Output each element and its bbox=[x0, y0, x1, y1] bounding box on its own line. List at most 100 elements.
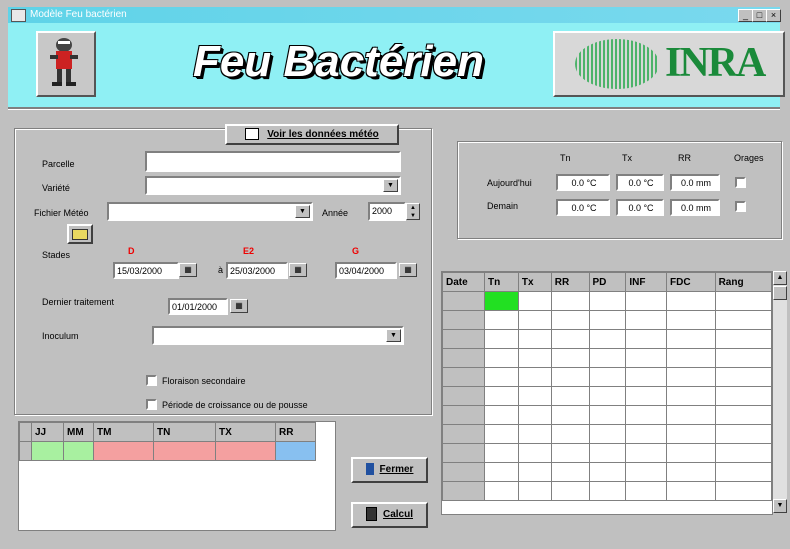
table-cell[interactable] bbox=[588, 291, 627, 311]
table-cell[interactable] bbox=[625, 462, 668, 482]
table-cell[interactable] bbox=[484, 310, 519, 330]
table-cell[interactable] bbox=[550, 405, 590, 425]
col-tm[interactable]: TM bbox=[93, 422, 154, 442]
table-cell[interactable] bbox=[550, 367, 590, 387]
table-cell[interactable] bbox=[666, 386, 716, 406]
meteo-data-button[interactable]: Voir les données météo bbox=[225, 124, 399, 145]
calcul-button[interactable]: Calcul bbox=[351, 502, 428, 528]
cell-jj[interactable] bbox=[31, 441, 64, 461]
table-cell[interactable] bbox=[588, 462, 627, 482]
table-row[interactable] bbox=[442, 405, 772, 425]
table-cell[interactable] bbox=[517, 291, 552, 311]
row-header[interactable] bbox=[442, 443, 485, 463]
col-pd[interactable]: PD bbox=[588, 272, 627, 292]
fermer-button[interactable]: Fermer bbox=[351, 457, 428, 483]
row-header[interactable] bbox=[442, 424, 485, 444]
table-cell[interactable] bbox=[484, 443, 519, 463]
table-cell[interactable] bbox=[588, 310, 627, 330]
table-cell[interactable] bbox=[484, 291, 519, 311]
table-cell[interactable] bbox=[588, 348, 627, 368]
variete-dropdown[interactable]: ▼ bbox=[145, 176, 401, 195]
calendar-icon[interactable]: ▦ bbox=[230, 299, 248, 313]
parcelle-input[interactable] bbox=[145, 151, 401, 172]
table-cell[interactable] bbox=[714, 329, 772, 349]
dernier-traitement-input[interactable]: 01/01/2000 bbox=[168, 298, 228, 315]
row-header[interactable] bbox=[442, 462, 485, 482]
table-cell[interactable] bbox=[550, 481, 590, 501]
table-row[interactable] bbox=[442, 329, 772, 349]
table-cell[interactable] bbox=[588, 481, 627, 501]
annee-spinner[interactable]: ▲ ▼ bbox=[406, 203, 420, 220]
today-orages-checkbox[interactable] bbox=[735, 177, 746, 188]
cell-rr[interactable] bbox=[275, 441, 316, 461]
table-cell[interactable] bbox=[625, 367, 668, 387]
table-cell[interactable] bbox=[625, 329, 668, 349]
table-cell[interactable] bbox=[550, 424, 590, 444]
tomorrow-tn-input[interactable]: 0.0 °C bbox=[556, 199, 610, 216]
calendar-icon[interactable]: ▦ bbox=[179, 263, 197, 277]
table-cell[interactable] bbox=[625, 424, 668, 444]
table-cell[interactable] bbox=[666, 405, 716, 425]
table-cell[interactable] bbox=[625, 386, 668, 406]
col-jj[interactable]: JJ bbox=[31, 422, 64, 442]
col-tx[interactable]: Tx bbox=[517, 272, 552, 292]
table-cell[interactable] bbox=[588, 424, 627, 444]
table-row[interactable] bbox=[442, 462, 772, 482]
table-cell[interactable] bbox=[484, 329, 519, 349]
table-cell[interactable] bbox=[550, 291, 590, 311]
table-cell[interactable] bbox=[517, 386, 552, 406]
table-cell[interactable] bbox=[484, 424, 519, 444]
scroll-up-icon[interactable]: ▲ bbox=[773, 271, 787, 285]
periode-checkbox[interactable] bbox=[146, 399, 157, 410]
stage-date-d[interactable]: 15/03/2000 bbox=[113, 262, 179, 279]
fichier-meteo-dropdown[interactable]: ▼ bbox=[107, 202, 313, 221]
table-cell[interactable] bbox=[484, 462, 519, 482]
today-rr-input[interactable]: 0.0 mm bbox=[670, 174, 720, 191]
table-row[interactable] bbox=[442, 348, 772, 368]
table-cell[interactable] bbox=[666, 367, 716, 387]
table-cell[interactable] bbox=[517, 310, 552, 330]
table-row[interactable] bbox=[442, 443, 772, 463]
table-cell[interactable] bbox=[714, 462, 772, 482]
table-cell[interactable] bbox=[484, 405, 519, 425]
table-cell[interactable] bbox=[666, 424, 716, 444]
table-cell[interactable] bbox=[517, 348, 552, 368]
table-cell[interactable] bbox=[625, 310, 668, 330]
col-rr[interactable]: RR bbox=[275, 422, 316, 442]
cell-tx[interactable] bbox=[215, 441, 276, 461]
minimize-button[interactable]: _ bbox=[738, 9, 753, 22]
table-cell[interactable] bbox=[517, 443, 552, 463]
table-cell[interactable] bbox=[484, 348, 519, 368]
table-row[interactable] bbox=[19, 441, 316, 461]
tomorrow-tx-input[interactable]: 0.0 °C bbox=[616, 199, 664, 216]
table-cell[interactable] bbox=[666, 462, 716, 482]
table-cell[interactable] bbox=[588, 386, 627, 406]
close-button[interactable]: × bbox=[766, 9, 781, 22]
table-cell[interactable] bbox=[588, 405, 627, 425]
table-cell[interactable] bbox=[517, 481, 552, 501]
stage-date-e2[interactable]: 25/03/2000 bbox=[226, 262, 288, 279]
table-cell[interactable] bbox=[625, 481, 668, 501]
today-tn-input[interactable]: 0.0 °C bbox=[556, 174, 610, 191]
inoculum-dropdown[interactable]: ▼ bbox=[152, 326, 404, 345]
mascot-logo[interactable] bbox=[36, 31, 96, 97]
row-header[interactable] bbox=[442, 329, 485, 349]
col-tn[interactable]: TN bbox=[153, 422, 216, 442]
tomorrow-orages-checkbox[interactable] bbox=[735, 201, 746, 212]
table-cell[interactable] bbox=[484, 481, 519, 501]
col-rang[interactable]: Rang bbox=[714, 272, 772, 292]
table-cell[interactable] bbox=[666, 348, 716, 368]
floraison-checkbox[interactable] bbox=[146, 375, 157, 386]
table-cell[interactable] bbox=[550, 462, 590, 482]
cell-mm[interactable] bbox=[63, 441, 94, 461]
table-cell[interactable] bbox=[588, 443, 627, 463]
scroll-thumb[interactable] bbox=[773, 286, 787, 300]
table-row[interactable] bbox=[442, 481, 772, 501]
table-cell[interactable] bbox=[625, 443, 668, 463]
today-tx-input[interactable]: 0.0 °C bbox=[616, 174, 664, 191]
table-cell[interactable] bbox=[517, 424, 552, 444]
table-cell[interactable] bbox=[714, 405, 772, 425]
cell-tn[interactable] bbox=[153, 441, 216, 461]
table-cell[interactable] bbox=[714, 367, 772, 387]
table-cell[interactable] bbox=[517, 462, 552, 482]
